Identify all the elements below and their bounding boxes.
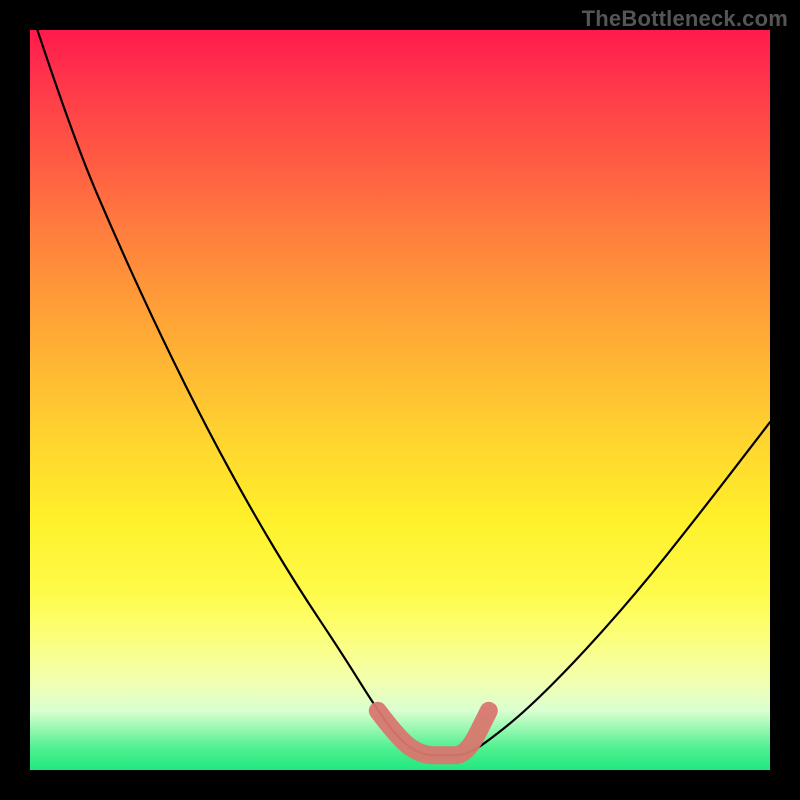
optimal-band-path xyxy=(378,711,489,755)
chart-frame: TheBottleneck.com xyxy=(0,0,800,800)
chart-svg xyxy=(30,30,770,770)
chart-plot-area xyxy=(30,30,770,770)
bottleneck-curve-path xyxy=(37,30,770,755)
watermark-text: TheBottleneck.com xyxy=(582,6,788,32)
